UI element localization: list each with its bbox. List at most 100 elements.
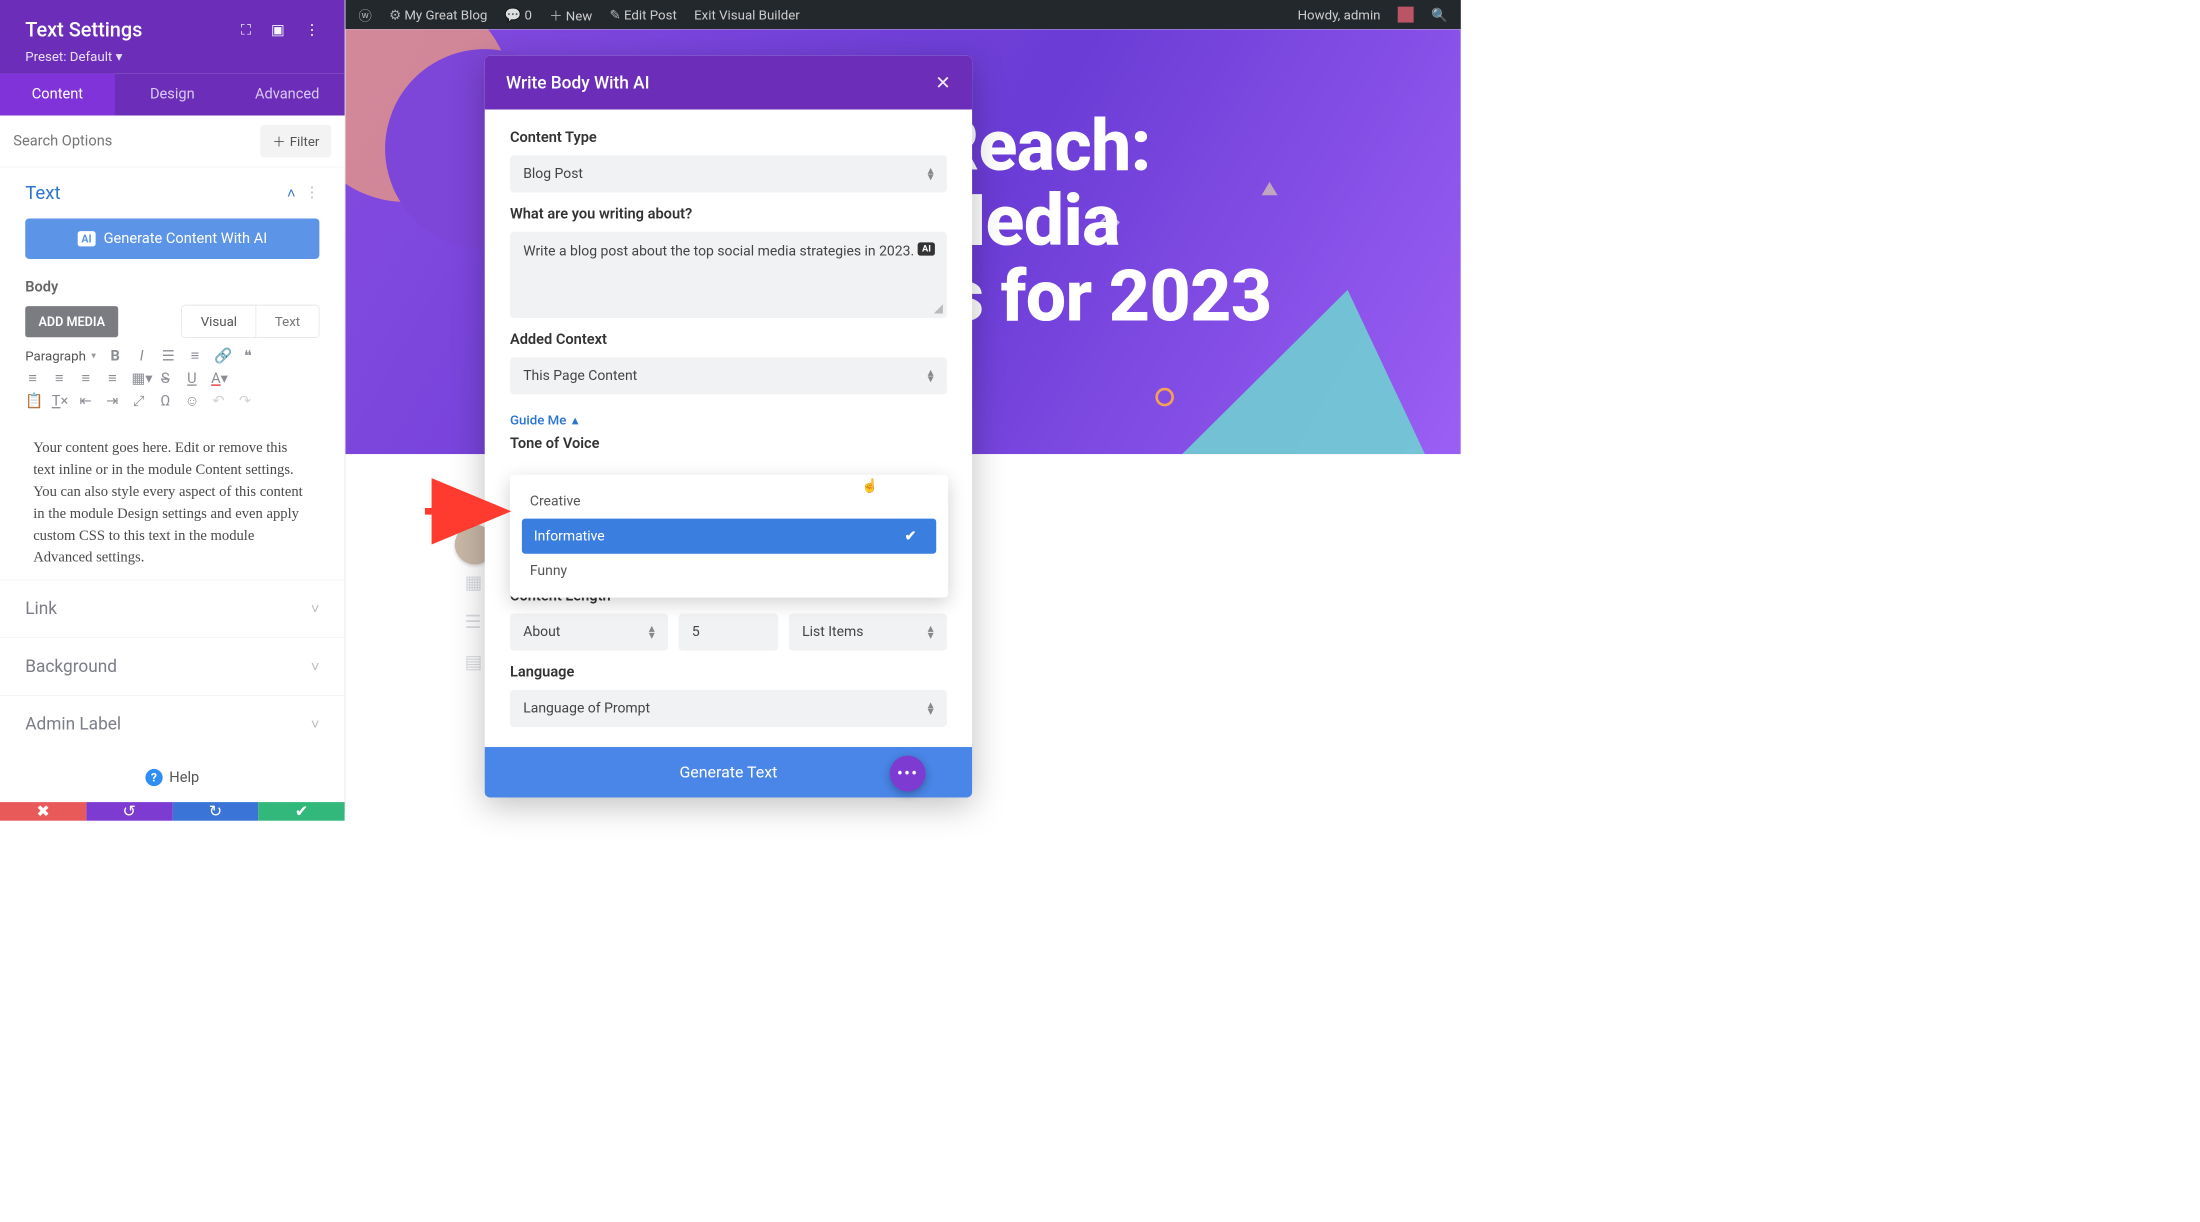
tone-option-creative[interactable]: Creative <box>510 484 948 519</box>
fullscreen-icon[interactable]: ⤢ <box>131 393 146 410</box>
clear-format-icon[interactable]: T× <box>52 393 67 410</box>
site-menu[interactable]: ⚙ My Great Blog <box>389 7 487 23</box>
section-link[interactable]: Link˅ <box>0 580 345 638</box>
indent-icon[interactable]: ⇥ <box>105 393 120 410</box>
preset-dropdown[interactable]: Preset: Default ▾ <box>25 48 319 64</box>
text-color-icon[interactable]: A▾ <box>211 370 226 387</box>
add-media-button[interactable]: ADD MEDIA <box>25 306 118 337</box>
howdy-user[interactable]: Howdy, admin <box>1298 7 1381 23</box>
search-options-input[interactable] <box>13 133 260 150</box>
body-editor[interactable]: Your content goes here. Edit or remove t… <box>25 424 319 579</box>
hero-decoration-small-triangle <box>1262 182 1278 195</box>
label-about: What are you writing about? <box>510 206 947 223</box>
tab-content[interactable]: Content <box>0 74 115 116</box>
underline-icon[interactable]: U <box>185 370 200 387</box>
wp-admin-bar: ⓦ ⚙ My Great Blog 💬 0 ＋ New ✎ Edit Post … <box>345 0 1461 29</box>
section-background[interactable]: Background˅ <box>0 637 345 695</box>
align-justify-icon[interactable]: ≡ <box>105 370 120 387</box>
redo-icon[interactable]: ↷ <box>238 393 253 410</box>
save-button[interactable]: ✔ <box>258 802 344 821</box>
select-arrows-icon: ▴▾ <box>649 625 655 638</box>
chevron-down-icon: ˅ <box>311 716 320 733</box>
paragraph-dropdown[interactable]: Paragraph <box>25 348 96 364</box>
more-icon[interactable]: ⋮ <box>305 22 320 39</box>
chevron-down-icon: ˅ <box>311 600 320 617</box>
emoji-icon[interactable]: ☺ <box>185 392 200 409</box>
content-type-select[interactable]: Blog Post ▴▾ <box>510 155 947 192</box>
view-tab-visual[interactable]: Visual <box>182 305 256 337</box>
outdent-icon[interactable]: ⇤ <box>78 393 93 410</box>
section-background-label: Background <box>25 657 117 677</box>
tone-option-informative-label: Informative <box>534 528 605 544</box>
section-more-icon[interactable]: ⋮ <box>305 185 320 202</box>
tone-option-funny[interactable]: Funny <box>510 554 948 589</box>
added-context-select[interactable]: This Page Content▴▾ <box>510 357 947 394</box>
link-icon[interactable]: 🔗 <box>214 348 229 365</box>
drag-icon[interactable]: ⛶ <box>241 22 251 39</box>
editor-toolbar: Paragraph B I ☰ ≡ 🔗 ❝ ≡ ≡ ≡ ≡ ▦▾ S U A▾ … <box>0 347 345 420</box>
bold-icon[interactable]: B <box>108 348 123 365</box>
resize-handle-icon[interactable]: ◢ <box>934 301 943 315</box>
blockquote-icon[interactable]: ❝ <box>241 348 256 365</box>
bullet-list-icon[interactable]: ☰ <box>161 348 176 365</box>
length-unit-select[interactable]: List Items▴▾ <box>789 614 947 651</box>
strikethrough-icon[interactable]: S <box>158 370 173 387</box>
tab-advanced[interactable]: Advanced <box>230 74 345 116</box>
section-admin-label-label: Admin Label <box>25 714 121 734</box>
view-tab-text[interactable]: Text <box>256 305 318 337</box>
modal-header: Write Body With AI ✕ <box>485 56 972 110</box>
discard-button[interactable]: ✖ <box>0 802 86 821</box>
align-right-icon[interactable]: ≡ <box>78 370 93 387</box>
section-text-header[interactable]: Text ˄ ⋮ <box>0 167 345 214</box>
length-mode-value: About <box>523 624 560 640</box>
undo-button[interactable]: ↺ <box>86 802 172 821</box>
help-link[interactable]: ? Help <box>0 753 345 802</box>
special-char-icon[interactable]: Ω <box>158 393 173 410</box>
filter-button[interactable]: ＋ Filter <box>260 125 331 158</box>
length-number-input[interactable]: 5 <box>679 614 779 651</box>
label-added-context: Added Context <box>510 331 947 348</box>
label-tone: Tone of Voice <box>510 436 947 453</box>
language-select[interactable]: Language of Prompt ▴▾ <box>510 690 947 727</box>
ai-badge-icon[interactable]: AI <box>918 242 935 255</box>
select-arrows-icon: ▴▾ <box>928 167 934 180</box>
search-icon[interactable]: 🔍 <box>1431 7 1448 23</box>
select-arrows-icon: ▴▾ <box>928 369 934 382</box>
editor-view-tabs: Visual Text <box>181 305 319 338</box>
dock-icon[interactable]: ▣ <box>271 22 285 39</box>
tone-select[interactable]: Creative Informative ✔ ☝ Funny <box>510 461 947 574</box>
hero-decoration-triangle <box>1151 262 1460 454</box>
comments-menu[interactable]: 💬 0 <box>505 7 532 23</box>
align-center-icon[interactable]: ≡ <box>52 370 67 387</box>
new-menu[interactable]: ＋ New <box>549 5 592 24</box>
undo-icon[interactable]: ↶ <box>211 393 226 410</box>
select-arrows-icon: ▴▾ <box>928 702 934 715</box>
wordpress-icon[interactable]: ⓦ <box>359 5 372 24</box>
length-mode-select[interactable]: About ▴▾ <box>510 614 668 651</box>
section-admin-label[interactable]: Admin Label ˅ <box>0 695 345 753</box>
numbered-list-icon[interactable]: ≡ <box>188 347 203 364</box>
exit-visual-builder[interactable]: Exit Visual Builder <box>694 7 800 23</box>
avatar[interactable] <box>1398 7 1414 23</box>
edit-post-link[interactable]: ✎ Edit Post <box>610 7 677 23</box>
redo-button[interactable]: ↻ <box>172 802 258 821</box>
help-icon: ? <box>145 769 162 786</box>
label-language: Language <box>510 664 947 681</box>
italic-icon[interactable]: I <box>134 348 149 365</box>
generate-content-ai-button[interactable]: AI Generate Content With AI <box>25 218 319 259</box>
guide-me-toggle[interactable]: Guide Me ▴ <box>510 412 578 428</box>
modal-title: Write Body With AI <box>506 73 650 93</box>
language-value: Language of Prompt <box>523 701 650 717</box>
content-type-value: Blog Post <box>523 166 583 182</box>
paste-icon[interactable]: 📋 <box>25 393 40 410</box>
close-icon[interactable]: ✕ <box>935 72 951 94</box>
table-icon[interactable]: ▦▾ <box>131 370 146 387</box>
body-label: Body <box>0 272 345 305</box>
tone-option-informative[interactable]: Informative ✔ ☝ <box>522 519 936 554</box>
label-content-type: Content Type <box>510 129 947 146</box>
tab-design[interactable]: Design <box>115 74 230 116</box>
about-textarea[interactable]: Write a blog post about the top social m… <box>510 232 947 318</box>
align-left-icon[interactable]: ≡ <box>25 370 40 387</box>
page-settings-fab[interactable]: ••• <box>890 756 926 792</box>
generate-content-ai-label: Generate Content With AI <box>104 230 268 247</box>
